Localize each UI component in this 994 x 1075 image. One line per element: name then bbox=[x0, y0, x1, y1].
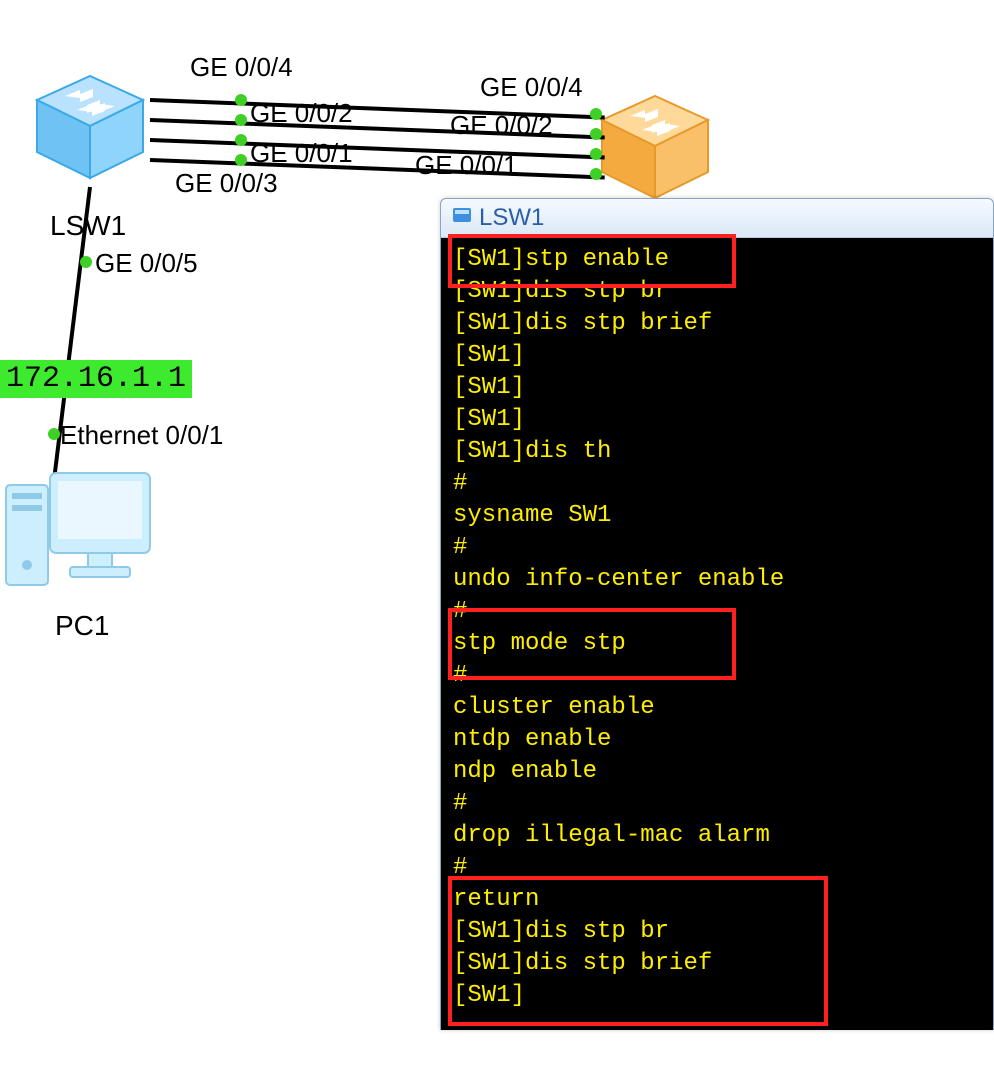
switch-lsw1-icon bbox=[25, 70, 155, 190]
switch-right-icon bbox=[590, 90, 720, 210]
term-line-1: [SW1]dis stp br bbox=[453, 278, 669, 305]
term-line-10: undo info-center enable bbox=[453, 566, 784, 593]
if-label-eth001: Ethernet 0/0/1 bbox=[60, 420, 223, 451]
term-line-16: ndp enable bbox=[453, 758, 597, 785]
dot-r4 bbox=[590, 168, 602, 180]
term-line-5: [SW1] bbox=[453, 406, 525, 433]
if-label-ge004-left: GE 0/0/4 bbox=[190, 52, 293, 83]
dot-r1 bbox=[590, 108, 602, 120]
pc1-icon bbox=[0, 455, 160, 610]
if-label-ge005: GE 0/0/5 bbox=[95, 248, 198, 279]
term-line-3: [SW1] bbox=[453, 342, 525, 369]
dot-l4 bbox=[235, 154, 247, 166]
term-line-20: return bbox=[453, 886, 539, 913]
dot-l3 bbox=[235, 134, 247, 146]
diagram-canvas: GE 0/0/4 GE 0/0/4 GE 0/0/2 GE 0/0/2 GE 0… bbox=[0, 0, 994, 1075]
dot-l2 bbox=[235, 114, 247, 126]
term-line-17: # bbox=[453, 790, 467, 817]
term-line-12: stp mode stp bbox=[453, 630, 626, 657]
term-line-9: # bbox=[453, 534, 467, 561]
term-line-18: drop illegal-mac alarm bbox=[453, 822, 770, 849]
if-label-ge002-right: GE 0/0/2 bbox=[450, 110, 553, 141]
term-line-2: [SW1]dis stp brief bbox=[453, 310, 712, 337]
dot-l1 bbox=[235, 94, 247, 106]
terminal-title: LSW1 bbox=[479, 204, 544, 232]
dot-r2 bbox=[590, 128, 602, 140]
device-label-pc1: PC1 bbox=[55, 610, 109, 642]
term-line-22: [SW1]dis stp brief bbox=[453, 950, 712, 977]
dot-eth001 bbox=[48, 428, 60, 440]
term-line-14: cluster enable bbox=[453, 694, 655, 721]
term-line-7: # bbox=[453, 470, 467, 497]
terminal-app-icon bbox=[451, 204, 473, 233]
if-label-ge001-right: GE 0/0/1 bbox=[415, 150, 518, 181]
term-line-0: [SW1]stp enable bbox=[453, 246, 669, 273]
dot-r3 bbox=[590, 148, 602, 160]
terminal-titlebar[interactable]: LSW1 bbox=[441, 199, 993, 238]
term-line-19: # bbox=[453, 854, 467, 881]
term-line-4: [SW1] bbox=[453, 374, 525, 401]
term-line-13: # bbox=[453, 662, 467, 689]
term-line-23: [SW1] bbox=[453, 982, 525, 1009]
if-label-ge003: GE 0/0/3 bbox=[175, 168, 278, 199]
term-line-21: [SW1]dis stp br bbox=[453, 918, 669, 945]
term-line-6: [SW1]dis th bbox=[453, 438, 611, 465]
dot-ge005 bbox=[80, 256, 92, 268]
link-ge001 bbox=[150, 138, 605, 159]
term-line-11: # bbox=[453, 598, 467, 625]
terminal-body[interactable]: [SW1]stp enable [SW1]dis stp br [SW1]dis… bbox=[441, 238, 993, 1030]
term-line-8: sysname SW1 bbox=[453, 502, 611, 529]
device-label-lsw1: LSW1 bbox=[50, 210, 126, 242]
ip-address-label: 172.16.1.1 bbox=[0, 360, 192, 398]
terminal-window[interactable]: LSW1 [SW1]stp enable [SW1]dis stp br [SW… bbox=[440, 198, 994, 1030]
if-label-ge002-left: GE 0/0/2 bbox=[250, 98, 353, 129]
if-label-ge001-left: GE 0/0/1 bbox=[250, 138, 353, 169]
if-label-ge004-right: GE 0/0/4 bbox=[480, 72, 583, 103]
term-line-15: ntdp enable bbox=[453, 726, 611, 753]
